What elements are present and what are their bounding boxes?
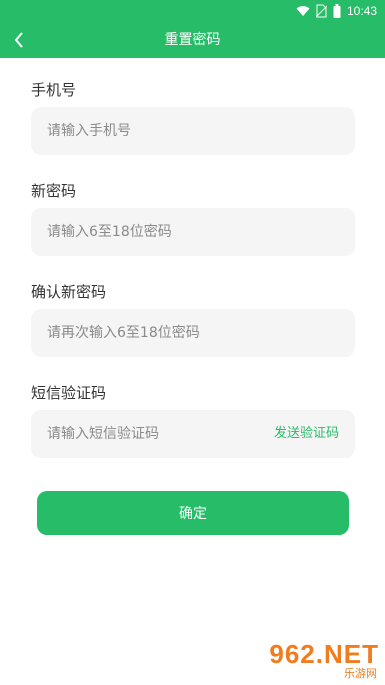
no-sim-icon <box>315 4 327 18</box>
confirm-button[interactable]: 确定 <box>37 491 349 535</box>
sms-code-field[interactable]: 发送验证码 <box>31 410 355 458</box>
watermark: 962.NET 乐游网 <box>239 639 379 681</box>
new-password-label: 新密码 <box>31 182 77 200</box>
wifi-icon <box>296 6 310 16</box>
confirm-password-field[interactable] <box>31 309 355 357</box>
status-bar: 10:43 <box>0 0 385 22</box>
watermark-subtitle: 乐游网 <box>344 667 377 680</box>
phone-input[interactable] <box>47 107 267 155</box>
app-header: 重置密码 <box>0 22 385 58</box>
status-icons: 10:43 <box>296 3 377 19</box>
new-password-field[interactable] <box>31 208 355 256</box>
confirm-password-label: 确认新密码 <box>31 283 107 301</box>
status-time: 10:43 <box>346 4 377 18</box>
send-code-button[interactable]: 发送验证码 <box>274 410 339 458</box>
phone-label: 手机号 <box>31 81 77 99</box>
battery-icon <box>333 4 341 18</box>
confirm-password-input[interactable] <box>47 309 267 357</box>
page-title: 重置密码 <box>164 32 221 48</box>
phone-field[interactable] <box>31 107 355 155</box>
sms-code-input[interactable] <box>47 410 267 458</box>
sms-code-label: 短信验证码 <box>31 384 107 402</box>
new-password-input[interactable] <box>47 208 267 256</box>
